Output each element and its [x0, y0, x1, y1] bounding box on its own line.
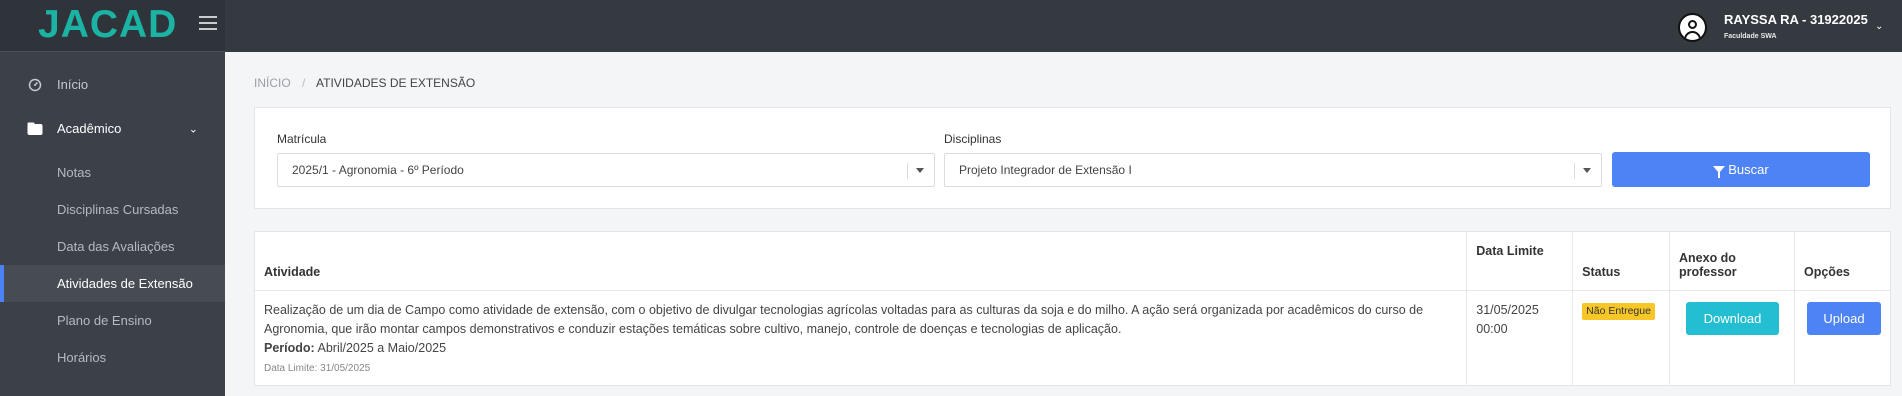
sidebar-subitem-plano-ensino[interactable]: Plano de Ensino	[0, 302, 225, 339]
disciplinas-label: Disciplinas	[944, 132, 1002, 146]
cell-anexo: Download	[1669, 290, 1795, 386]
cell-status: Não Entregue	[1572, 290, 1670, 386]
sidebar-subitem-notas[interactable]: Notas	[0, 154, 225, 191]
cell-opcoes: Upload	[1795, 290, 1891, 386]
breadcrumb-current: ATIVIDADES DE EXTENSÃO	[316, 76, 476, 90]
periodo-label: Período:	[264, 340, 315, 355]
user-org: Faculdade SWA	[1724, 33, 1777, 40]
sidebar: JACAD Início Acadêmico ⌄ Notas Disciplin…	[0, 0, 225, 396]
select-divider	[907, 163, 908, 179]
sidebar-subitem-data-avaliacoes[interactable]: Data das Avaliações	[0, 228, 225, 265]
breadcrumb-home[interactable]: INÍCIO	[254, 76, 291, 90]
search-button-label: Buscar	[1728, 162, 1769, 177]
chevron-down-icon[interactable]: ⌄	[1875, 21, 1883, 32]
logo[interactable]: JACAD	[38, 3, 177, 47]
activities-table-card: Atividade Data Limite Status Anexo do pr…	[254, 231, 1891, 386]
menu-toggle-icon[interactable]	[199, 16, 217, 30]
select-divider	[1574, 163, 1575, 179]
deadline-time: 00:00	[1476, 321, 1508, 336]
chevron-down-icon: ⌄	[188, 123, 198, 135]
cell-data-limite: 31/05/2025 00:00	[1466, 290, 1574, 386]
sidebar-menu: Início Acadêmico ⌄ Notas Disciplinas Cur…	[0, 66, 225, 376]
filter-icon	[1713, 166, 1726, 178]
sidebar-item-label: Acadêmico	[57, 121, 122, 136]
sidebar-item-label: Início	[57, 77, 89, 92]
periodo-value: Abril/2025 a Maio/2025	[314, 340, 447, 355]
folder-icon	[27, 121, 43, 137]
header-atividade: Atividade	[255, 232, 1468, 291]
header-opcoes: Opções	[1794, 232, 1890, 291]
filter-card: Matrícula 2025/1 - Agronomia - 6º Períod…	[254, 107, 1891, 209]
upload-button[interactable]: Upload	[1807, 301, 1881, 335]
sidebar-subitem-horarios[interactable]: Horários	[0, 339, 225, 376]
sidebar-subitem-atividades-extensao[interactable]: Atividades de Extensão	[0, 265, 225, 302]
activity-description-line2: Agronomia, que irão montar campos demons…	[264, 321, 1122, 336]
user-name[interactable]: RAYSSA RA - 31922025	[1724, 12, 1868, 27]
activity-description-line1: Realização de um dia de Campo como ativi…	[264, 302, 1424, 317]
header-anexo-line2: professor	[1679, 264, 1737, 279]
matricula-value: 2025/1 - Agronomia - 6º Período	[292, 163, 464, 177]
header-anexo-line1: Anexo do	[1679, 250, 1736, 265]
caret-down-icon	[1583, 168, 1591, 173]
user-avatar-icon[interactable]	[1678, 13, 1707, 42]
disciplinas-select[interactable]: Projeto Integrador de Extensão I	[944, 153, 1602, 187]
matricula-select[interactable]: 2025/1 - Agronomia - 6º Período	[277, 153, 935, 187]
sidebar-subitem-disciplinas-cursadas[interactable]: Disciplinas Cursadas	[0, 191, 225, 228]
table-header-row: Atividade Data Limite Status Anexo do pr…	[255, 232, 1890, 291]
disciplinas-value: Projeto Integrador de Extensão I	[959, 163, 1132, 177]
deadline-date: 31/05/2025	[1476, 302, 1539, 317]
breadcrumb-separator: /	[302, 76, 306, 90]
table-row: Realização de um dia de Campo como ativi…	[255, 290, 1890, 386]
caret-down-icon	[916, 168, 924, 173]
download-button[interactable]: Download	[1686, 301, 1779, 335]
header-status: Status	[1572, 232, 1670, 291]
activity-periodo: Período: Abril/2025 a Maio/2025	[264, 339, 1457, 358]
header-data-limite: Data Limite	[1466, 232, 1574, 291]
header-anexo-professor: Anexo do professor	[1669, 232, 1795, 291]
logo-bar: JACAD	[0, 0, 225, 52]
cell-atividade: Realização de um dia de Campo como ativi…	[255, 290, 1468, 386]
topbar	[225, 0, 1902, 52]
status-badge: Não Entregue	[1582, 302, 1655, 320]
dashboard-icon	[27, 77, 43, 93]
sidebar-item-academico[interactable]: Acadêmico ⌄	[0, 103, 225, 154]
activity-data-limite-note: Data Limite: 31/05/2025	[264, 362, 371, 374]
sidebar-item-inicio[interactable]: Início	[0, 66, 225, 103]
search-button[interactable]: Buscar	[1612, 152, 1870, 187]
activities-table: Atividade Data Limite Status Anexo do pr…	[255, 232, 1890, 386]
breadcrumb: INÍCIO / ATIVIDADES DE EXTENSÃO	[254, 76, 475, 90]
matricula-label: Matrícula	[277, 132, 327, 146]
